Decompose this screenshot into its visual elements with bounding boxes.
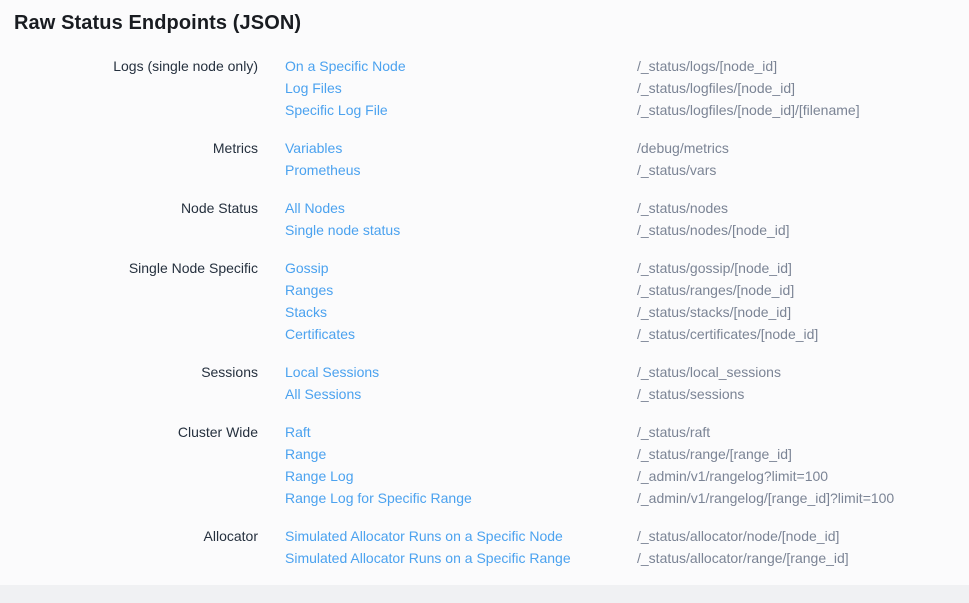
endpoint-link[interactable]: Stacks [285,301,637,323]
endpoint-path: /_status/certificates/[node_id] [637,323,818,345]
group-rows: Local Sessions /_status/local_sessions A… [285,361,969,405]
endpoint-path: /_admin/v1/rangelog/[range_id]?limit=100 [637,487,894,509]
endpoint-row: Raft /_status/raft [285,421,969,443]
endpoint-path: /_status/local_sessions [637,361,781,383]
group-category-label: Node Status [0,197,258,241]
endpoint-row: Gossip /_status/gossip/[node_id] [285,257,969,279]
endpoint-group-allocator: Allocator Simulated Allocator Runs on a … [0,525,969,569]
endpoint-row: Ranges /_status/ranges/[node_id] [285,279,969,301]
endpoint-row: Simulated Allocator Runs on a Specific R… [285,547,969,569]
group-category-label: Logs (single node only) [0,55,258,121]
endpoint-group-metrics: Metrics Variables /debug/metrics Prometh… [0,137,969,181]
endpoint-link[interactable]: Variables [285,137,637,159]
endpoint-row: Simulated Allocator Runs on a Specific N… [285,525,969,547]
endpoint-link[interactable]: Simulated Allocator Runs on a Specific N… [285,525,637,547]
endpoint-link[interactable]: Single node status [285,219,637,241]
endpoint-path: /_status/nodes [637,197,728,219]
group-category-label: Allocator [0,525,258,569]
endpoint-path: /_status/nodes/[node_id] [637,219,790,241]
endpoint-path: /_status/ranges/[node_id] [637,279,794,301]
endpoint-path: /_admin/v1/rangelog?limit=100 [637,465,828,487]
endpoint-groups: Logs (single node only) On a Specific No… [0,55,969,585]
endpoint-path: /debug/metrics [637,137,729,159]
group-category-label: Cluster Wide [0,421,258,509]
endpoint-link[interactable]: Range Log for Specific Range [285,487,637,509]
group-rows: All Nodes /_status/nodes Single node sta… [285,197,969,241]
endpoint-path: /_status/range/[range_id] [637,443,792,465]
endpoint-link[interactable]: Ranges [285,279,637,301]
group-rows: Raft /_status/raft Range /_status/range/… [285,421,969,509]
endpoint-row: Range Log /_admin/v1/rangelog?limit=100 [285,465,969,487]
endpoint-path: /_status/logfiles/[node_id] [637,77,795,99]
endpoint-link[interactable]: Range Log [285,465,637,487]
endpoint-row: Range Log for Specific Range /_admin/v1/… [285,487,969,509]
endpoint-link[interactable]: Certificates [285,323,637,345]
endpoint-path: /_status/allocator/node/[node_id] [637,525,839,547]
endpoint-row: All Sessions /_status/sessions [285,383,969,405]
endpoint-group-cluster-wide: Cluster Wide Raft /_status/raft Range /_… [0,421,969,509]
endpoint-row: Prometheus /_status/vars [285,159,969,181]
debug-endpoints-page: Raw Status Endpoints (JSON) Logs (single… [0,0,969,603]
endpoint-row: Certificates /_status/certificates/[node… [285,323,969,345]
endpoint-row: Local Sessions /_status/local_sessions [285,361,969,383]
endpoint-row: On a Specific Node /_status/logs/[node_i… [285,55,969,77]
endpoint-group-single-node-specific: Single Node Specific Gossip /_status/gos… [0,257,969,345]
group-category-label: Sessions [0,361,258,405]
endpoint-row: Log Files /_status/logfiles/[node_id] [285,77,969,99]
footer-strip [0,585,969,603]
group-category-label: Single Node Specific [0,257,258,345]
endpoint-row: Specific Log File /_status/logfiles/[nod… [285,99,969,121]
endpoint-row: All Nodes /_status/nodes [285,197,969,219]
endpoint-link[interactable]: Specific Log File [285,99,637,121]
group-rows: On a Specific Node /_status/logs/[node_i… [285,55,969,121]
endpoint-link[interactable]: Prometheus [285,159,637,181]
group-rows: Simulated Allocator Runs on a Specific N… [285,525,969,569]
endpoint-link[interactable]: All Sessions [285,383,637,405]
endpoint-path: /_status/stacks/[node_id] [637,301,791,323]
group-category-label: Metrics [0,137,258,181]
endpoint-row: Range /_status/range/[range_id] [285,443,969,465]
endpoint-link[interactable]: Simulated Allocator Runs on a Specific R… [285,547,637,569]
endpoint-row: Stacks /_status/stacks/[node_id] [285,301,969,323]
endpoint-link[interactable]: On a Specific Node [285,55,637,77]
endpoint-link[interactable]: Log Files [285,77,637,99]
page-title: Raw Status Endpoints (JSON) [14,12,301,35]
endpoint-row: Variables /debug/metrics [285,137,969,159]
endpoint-path: /_status/sessions [637,383,744,405]
endpoint-group-node-status: Node Status All Nodes /_status/nodes Sin… [0,197,969,241]
endpoint-group-sessions: Sessions Local Sessions /_status/local_s… [0,361,969,405]
group-rows: Variables /debug/metrics Prometheus /_st… [285,137,969,181]
endpoint-group-logs: Logs (single node only) On a Specific No… [0,55,969,121]
endpoint-link[interactable]: Gossip [285,257,637,279]
endpoint-path: /_status/logfiles/[node_id]/[filename] [637,99,860,121]
endpoint-row: Single node status /_status/nodes/[node_… [285,219,969,241]
group-rows: Gossip /_status/gossip/[node_id] Ranges … [285,257,969,345]
endpoint-path: /_status/logs/[node_id] [637,55,777,77]
endpoint-link[interactable]: Range [285,443,637,465]
endpoint-link[interactable]: All Nodes [285,197,637,219]
endpoint-link[interactable]: Local Sessions [285,361,637,383]
endpoint-path: /_status/vars [637,159,716,181]
endpoint-path: /_status/raft [637,421,710,443]
endpoint-path: /_status/gossip/[node_id] [637,257,792,279]
endpoint-link[interactable]: Raft [285,421,637,443]
endpoint-path: /_status/allocator/range/[range_id] [637,547,849,569]
